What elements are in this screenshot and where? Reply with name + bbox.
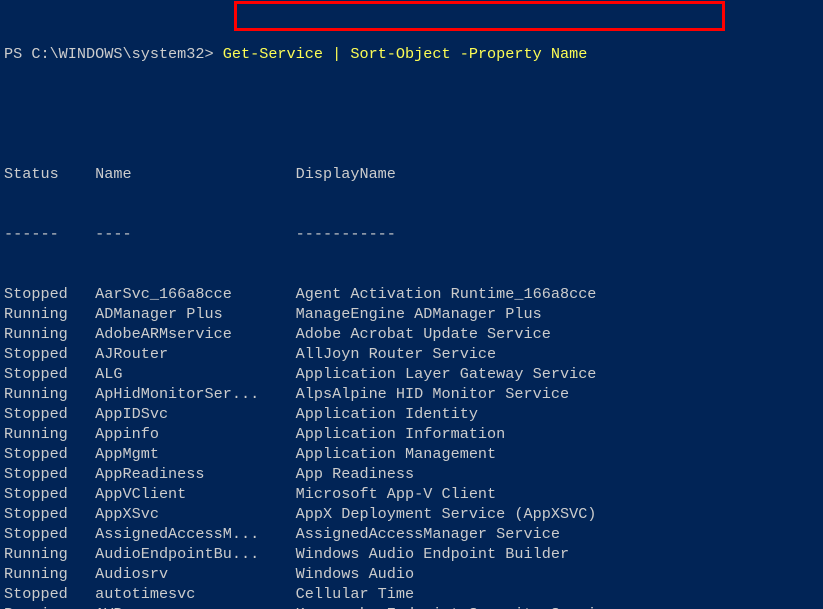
service-name: AJRouter	[95, 344, 296, 364]
service-status: Stopped	[4, 464, 95, 484]
service-name: Audiosrv	[95, 564, 296, 584]
service-name: AppIDSvc	[95, 404, 296, 424]
blank-line	[4, 104, 823, 124]
service-status: Stopped	[4, 404, 95, 424]
service-status: Stopped	[4, 284, 95, 304]
service-display: Application Identity	[296, 404, 478, 424]
service-display: Application Management	[296, 444, 497, 464]
divider-name: ----	[95, 224, 296, 244]
service-name: AVP	[95, 604, 296, 609]
service-row: Stopped AssignedAccessM... AssignedAcces…	[4, 524, 823, 544]
service-status: Stopped	[4, 584, 95, 604]
service-name: AdobeARMservice	[95, 324, 296, 344]
service-name: AarSvc_166a8cce	[95, 284, 296, 304]
header-display: DisplayName	[296, 164, 752, 184]
service-display: AllJoyn Router Service	[296, 344, 497, 364]
service-status: Stopped	[4, 524, 95, 544]
service-display: ManageEngine ADManager Plus	[296, 304, 542, 324]
service-row: Stopped autotimesvc Cellular Time	[4, 584, 823, 604]
service-display: AlpsAlpine HID Monitor Service	[296, 384, 569, 404]
service-name: ApHidMonitorSer...	[95, 384, 296, 404]
service-name: AudioEndpointBu...	[95, 544, 296, 564]
service-row: Stopped AppXSvc AppX Deployment Service …	[4, 504, 823, 524]
service-status: Stopped	[4, 444, 95, 464]
service-name: ADManager Plus	[95, 304, 296, 324]
service-status: Stopped	[4, 364, 95, 384]
service-name: AppVClient	[95, 484, 296, 504]
service-row: Running Appinfo Application Information	[4, 424, 823, 444]
header-status: Status	[4, 164, 95, 184]
header-row: Status Name DisplayName	[4, 164, 823, 184]
service-row: Running ADManager Plus ManageEngine ADMa…	[4, 304, 823, 324]
service-row: Running AdobeARMservice Adobe Acrobat Up…	[4, 324, 823, 344]
service-row: Running Audiosrv Windows Audio	[4, 564, 823, 584]
service-row: Running ApHidMonitorSer... AlpsAlpine HI…	[4, 384, 823, 404]
service-status: Running	[4, 324, 95, 344]
service-display: Windows Audio Endpoint Builder	[296, 544, 569, 564]
command-line: PS C:\WINDOWS\system32> Get-Service | So…	[4, 44, 823, 64]
service-row: Running AudioEndpointBu... Windows Audio…	[4, 544, 823, 564]
header-name: Name	[95, 164, 296, 184]
command-text: Get-Service | Sort-Object -Property Name	[223, 45, 588, 63]
service-status: Running	[4, 564, 95, 584]
powershell-terminal[interactable]: PS C:\WINDOWS\system32> Get-Service | So…	[0, 0, 823, 609]
divider-row: ------ ---- -----------	[4, 224, 823, 244]
service-display: Cellular Time	[296, 584, 414, 604]
service-display: Application Information	[296, 424, 506, 444]
service-display: Windows Audio	[296, 564, 414, 584]
service-status: Running	[4, 544, 95, 564]
service-display: Kaspersky Endpoint Security Service	[296, 604, 615, 609]
service-display: AssignedAccessManager Service	[296, 524, 560, 544]
service-status: Stopped	[4, 504, 95, 524]
service-display: AppX Deployment Service (AppXSVC)	[296, 504, 597, 524]
service-status: Running	[4, 604, 95, 609]
service-display: Application Layer Gateway Service	[296, 364, 597, 384]
service-row: Stopped AppMgmt Application Management	[4, 444, 823, 464]
service-status: Running	[4, 304, 95, 324]
service-name: AssignedAccessM...	[95, 524, 296, 544]
service-name: autotimesvc	[95, 584, 296, 604]
service-row: Stopped AppIDSvc Application Identity	[4, 404, 823, 424]
service-row: Running AVP Kaspersky Endpoint Security …	[4, 604, 823, 609]
service-display: App Readiness	[296, 464, 414, 484]
service-status: Running	[4, 384, 95, 404]
prompt-text: PS C:\WINDOWS\system32>	[4, 45, 223, 63]
divider-display: -----------	[296, 224, 752, 244]
service-display: Microsoft App-V Client	[296, 484, 497, 504]
service-row: Stopped AppReadiness App Readiness	[4, 464, 823, 484]
service-row: Stopped AppVClient Microsoft App-V Clien…	[4, 484, 823, 504]
service-name: AppXSvc	[95, 504, 296, 524]
service-row: Stopped ALG Application Layer Gateway Se…	[4, 364, 823, 384]
service-name: AppReadiness	[95, 464, 296, 484]
service-status: Stopped	[4, 484, 95, 504]
divider-status: ------	[4, 224, 95, 244]
service-status: Stopped	[4, 344, 95, 364]
service-status: Running	[4, 424, 95, 444]
service-name: Appinfo	[95, 424, 296, 444]
service-row: Stopped AarSvc_166a8cce Agent Activation…	[4, 284, 823, 304]
service-display: Agent Activation Runtime_166a8cce	[296, 284, 597, 304]
service-name: ALG	[95, 364, 296, 384]
service-display: Adobe Acrobat Update Service	[296, 324, 551, 344]
service-name: AppMgmt	[95, 444, 296, 464]
service-row: Stopped AJRouter AllJoyn Router Service	[4, 344, 823, 364]
